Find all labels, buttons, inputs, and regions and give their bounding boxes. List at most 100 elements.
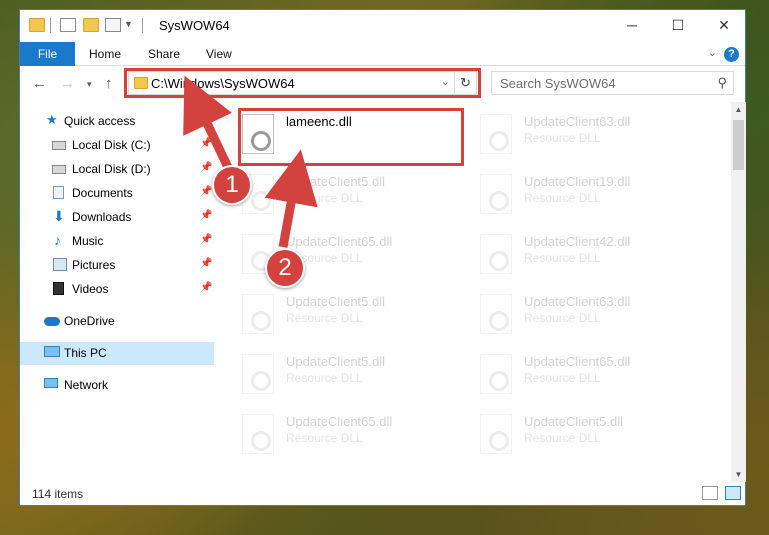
tab-share[interactable]: Share [148,42,180,66]
sidebar-item-label: This PC [64,346,107,360]
folder-icon [29,18,45,32]
scroll-up-icon[interactable]: ▲ [731,102,746,117]
file-name: UpdateClient63.dll [524,114,631,129]
chevron-down-icon[interactable]: ▼ [124,19,133,29]
file-item[interactable]: UpdateClient5.dll Resource DLL [238,170,468,220]
sidebar-item-this-pc[interactable]: This PC [20,342,214,365]
sidebar-item-onedrive[interactable]: OneDrive [20,310,214,333]
file-type: Resource DLL [524,311,601,325]
file-item[interactable]: UpdateClient5.dll Resource DLL [238,350,468,400]
large-icons-view-icon[interactable] [725,486,741,500]
sidebar-item-local-disk-c[interactable]: Local Disk (C:) 📌 [20,134,214,157]
download-arrow-icon: ⬇ [53,208,65,224]
sidebar-item-label: OneDrive [64,314,115,328]
tab-view[interactable]: View [206,42,232,66]
search-input[interactable] [492,72,707,94]
file-item[interactable]: UpdateClient63.dll Resource DLL [476,110,706,160]
close-button[interactable]: ✕ [701,10,747,40]
sidebar-item-videos[interactable]: Videos 📌 [20,278,214,301]
details-view-icon[interactable] [702,486,718,500]
sidebar-item-label: Pictures [72,258,116,272]
sidebar-item-label: Videos [72,282,109,296]
computer-icon [44,346,60,357]
dll-file-icon [480,234,512,274]
window-title: SysWOW64 [159,18,230,33]
file-name: UpdateClient5.dll [286,354,386,369]
navigation-bar: ← → ▾ ↑ C:\Windows\SysWOW64 ⌄ ↻ ⚲ [20,66,745,102]
sidebar-item-quick-access[interactable]: ★ Quick access [20,110,214,133]
documents-icon [53,186,64,199]
pin-icon[interactable]: 📌 [200,138,212,149]
sidebar-item-downloads[interactable]: ⬇ Downloads 📌 [20,206,214,229]
file-type: Resource DLL [286,311,363,325]
scroll-thumb[interactable] [733,120,744,170]
back-arrow-icon[interactable]: ← [32,75,47,92]
customize-toolbar-icon[interactable] [105,18,121,32]
minimize-button[interactable]: ─ [609,10,655,40]
step-2-badge: 2 [265,248,305,288]
file-item[interactable]: UpdateClient5.dll Resource DLL [238,290,468,340]
pin-icon[interactable]: 📌 [200,210,212,221]
search-box[interactable]: ⚲ [491,71,734,95]
separator [50,18,51,33]
file-item[interactable]: UpdateClient19.dll Resource DLL [476,170,706,220]
sidebar-item-label: Downloads [72,210,132,224]
sidebar-item-documents[interactable]: Documents 📌 [20,182,214,205]
step-1-badge: 1 [212,165,252,205]
file-name: UpdateClient65.dll [286,414,393,429]
up-arrow-icon[interactable]: ↑ [105,75,113,92]
file-name: UpdateClient5.dll [524,414,624,429]
maximize-button[interactable]: ☐ [655,10,701,40]
sidebar-item-network[interactable]: Network [20,374,214,397]
file-item[interactable]: UpdateClient65.dll Resource DLL [238,410,468,460]
title-bar: ▼ SysWOW64 ─ ☐ ✕ [20,10,745,42]
tab-file[interactable]: File [20,42,75,66]
file-name: UpdateClient42.dll [524,234,631,249]
scroll-down-icon[interactable]: ▼ [731,467,746,482]
film-icon [53,282,64,295]
explorer-window: ▼ SysWOW64 ─ ☐ ✕ File Home Share View ⌄ … [19,9,746,506]
pin-icon[interactable]: 📌 [200,234,212,245]
search-icon[interactable]: ⚲ [717,75,727,91]
expand-ribbon-icon[interactable]: ⌄ [708,46,717,59]
vertical-scrollbar[interactable]: ▲ ▼ [731,102,746,482]
forward-arrow-icon[interactable]: → [60,75,75,92]
separator [142,18,143,33]
sidebar-item-label: Local Disk (C:) [72,138,151,152]
sidebar-item-music[interactable]: ♪ Music 📌 [20,230,214,253]
music-note-icon: ♪ [54,232,61,248]
recent-locations-icon[interactable]: ▾ [87,79,92,90]
drive-icon [52,141,66,150]
pin-icon[interactable]: 📌 [200,186,212,197]
drive-icon [52,165,66,174]
sidebar-item-local-disk-d[interactable]: Local Disk (D:) 📌 [20,158,214,181]
status-bar: 114 items [20,482,745,506]
dll-file-icon [242,294,274,334]
new-folder-icon[interactable] [83,18,99,32]
sidebar-item-label: Music [72,234,104,248]
file-name: UpdateClient65.dll [286,234,393,249]
tab-home[interactable]: Home [89,42,121,66]
help-icon[interactable]: ? [724,47,739,62]
pictures-icon [53,258,67,271]
file-item[interactable]: UpdateClient5.dll Resource DLL [476,410,706,460]
pin-icon[interactable]: 📌 [200,258,212,269]
file-type: Resource DLL [286,371,363,385]
item-count: 114 items [32,487,84,501]
sidebar-item-pictures[interactable]: Pictures 📌 [20,254,214,277]
file-item[interactable]: UpdateClient63.dll Resource DLL [476,290,706,340]
file-type: Resource DLL [524,431,601,445]
file-type: Resource DLL [524,131,601,145]
properties-icon[interactable] [60,18,76,32]
dll-file-icon [480,174,512,214]
file-type: Resource DLL [524,371,601,385]
pin-icon[interactable]: 📌 [200,162,212,173]
dll-file-icon [242,354,274,394]
file-name: UpdateClient19.dll [524,174,631,189]
dll-file-icon [480,414,512,454]
file-item[interactable]: UpdateClient65.dll Resource DLL [476,350,706,400]
dll-file-icon [242,414,274,454]
star-icon: ★ [46,112,58,127]
file-item[interactable]: UpdateClient42.dll Resource DLL [476,230,706,280]
pin-icon[interactable]: 📌 [200,282,212,293]
